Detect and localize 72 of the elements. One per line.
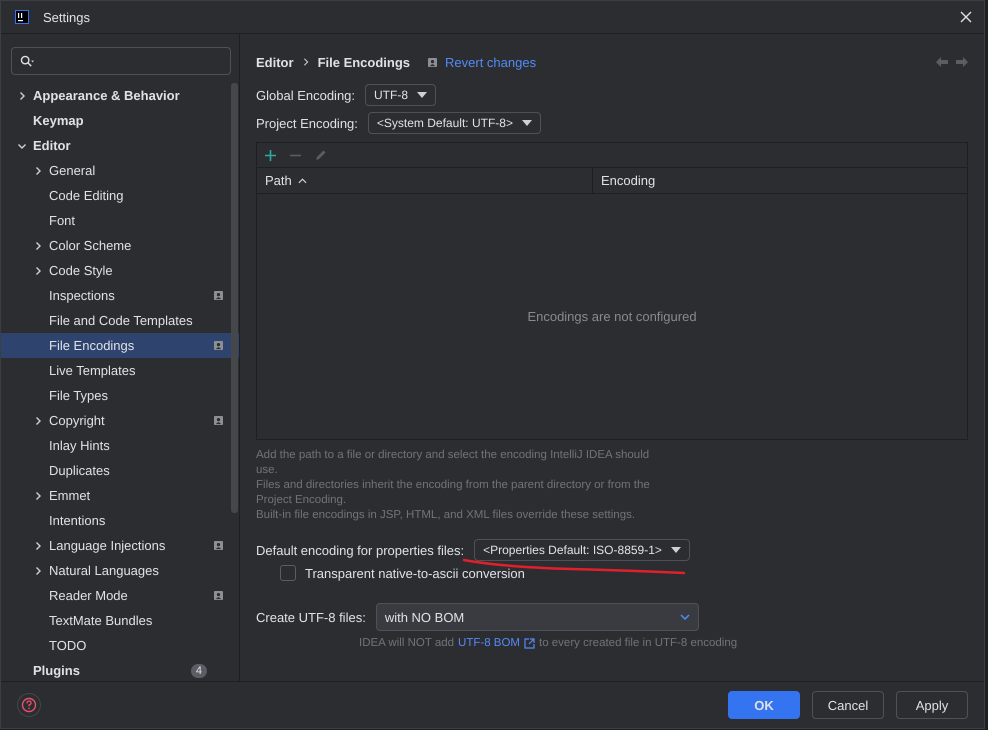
chevron-right-icon[interactable] [33, 266, 43, 276]
add-icon[interactable] [265, 150, 276, 160]
sidebar-item[interactable]: Duplicates [1, 458, 239, 483]
field-label: Global Encoding: [256, 88, 356, 102]
sidebar-item[interactable]: Inlay Hints [1, 433, 239, 458]
sidebar-item[interactable]: General [1, 158, 239, 183]
checkbox[interactable] [280, 565, 296, 581]
sidebar-item[interactable]: Inspections [1, 283, 239, 308]
checkbox-label: Transparent native-to-ascii conversion [305, 566, 525, 580]
sidebar-item[interactable]: File Encodings [1, 333, 239, 358]
sidebar-item[interactable]: Color Scheme [1, 233, 239, 258]
help-text: Built-in file encodings in JSP, HTML, and XML files override these settings. [256, 508, 636, 523]
sidebar-item[interactable]: TODO [1, 633, 239, 658]
revert-link[interactable]: Revert changes [445, 54, 536, 70]
sidebar-item[interactable]: TextMate Bundles [1, 608, 239, 633]
help-text: Files and directories inherit the encoding from the parent directory or from the Project Encoding. [256, 478, 651, 508]
note-text: to every created file in UTF-8 encoding [539, 637, 738, 649]
chevron-right-icon[interactable] [33, 566, 43, 576]
caret-down-icon [522, 120, 532, 126]
breadcrumb-item: File Encodings [318, 54, 410, 70]
sidebar-item[interactable]: Language Injections [1, 533, 239, 558]
breadcrumb-item[interactable]: Editor [256, 54, 294, 70]
sidebar-item[interactable]: Copyright [1, 408, 239, 433]
sidebar-item[interactable]: Editor [1, 133, 239, 158]
count-badge: 4 [190, 664, 207, 678]
sort-ascending-icon [298, 178, 307, 184]
field-label: Create UTF-8 files: [256, 610, 366, 624]
search-field[interactable] [11, 47, 231, 75]
search-icon [20, 54, 35, 68]
sidebar-item[interactable]: File Types [1, 383, 239, 408]
sidebar-item[interactable]: Keymap [1, 108, 239, 133]
sidebar-item[interactable]: Live Templates [1, 358, 239, 383]
caret-down-icon [417, 92, 428, 98]
help-text: Add the path to a file or directory and select the encoding IntelliJ IDEA should use. [256, 448, 650, 478]
chevron-right-icon [302, 58, 310, 66]
external-link-icon [524, 638, 535, 648]
encoding-dropdown[interactable]: <Properties Default: ISO-8859-1> [474, 539, 690, 561]
cancel-button[interactable]: Cancel [812, 691, 884, 719]
encoding-dropdown[interactable]: <System Default: UTF-8> [368, 112, 541, 134]
empty-message: Encodings are not configured [527, 309, 697, 324]
sidebar-item[interactable]: Emmet [1, 483, 239, 508]
column-header[interactable]: Encoding [593, 168, 967, 193]
chevron-down-icon [680, 614, 690, 620]
sidebar-item[interactable]: File and Code Templates [1, 308, 239, 333]
column-header[interactable]: Path [257, 168, 593, 193]
window-title: Settings [43, 10, 90, 24]
sidebar-item[interactable]: Plugins 4 [1, 658, 239, 681]
field-label: Default encoding for properties files: [256, 542, 464, 558]
chevron-right-icon[interactable] [33, 240, 43, 250]
sidebar-item[interactable]: Code Style [1, 258, 239, 283]
note-text: IDEA will NOT add [359, 637, 454, 649]
encoding-dropdown[interactable]: UTF-8 [365, 84, 436, 106]
app-logo-icon [15, 10, 29, 24]
close-icon[interactable] [960, 11, 972, 23]
caret-down-icon [670, 547, 681, 553]
chevron-right-icon[interactable] [17, 90, 27, 100]
field-label: Project Encoding: [256, 116, 358, 130]
chevron-right-icon[interactable] [33, 540, 43, 550]
sidebar-item[interactable]: Natural Languages [1, 558, 239, 583]
sidebar-item[interactable]: Appearance & Behavior [1, 83, 239, 108]
bom-dropdown[interactable]: with NO BOM [376, 603, 699, 631]
scrollbar[interactable] [231, 83, 238, 513]
apply-button[interactable]: Apply [896, 691, 968, 719]
chevron-right-icon[interactable] [33, 490, 43, 500]
chevron-right-icon[interactable] [33, 416, 43, 426]
bom-link[interactable]: UTF-8 BOM [458, 637, 520, 649]
sidebar-item[interactable]: Intentions [1, 508, 239, 533]
help-icon[interactable] [17, 693, 41, 717]
sidebar-item[interactable]: Code Editing [1, 183, 239, 208]
sidebar-item[interactable]: Font [1, 208, 239, 233]
chevron-right-icon[interactable] [33, 166, 43, 176]
sidebar-item[interactable]: Reader Mode [1, 583, 239, 608]
